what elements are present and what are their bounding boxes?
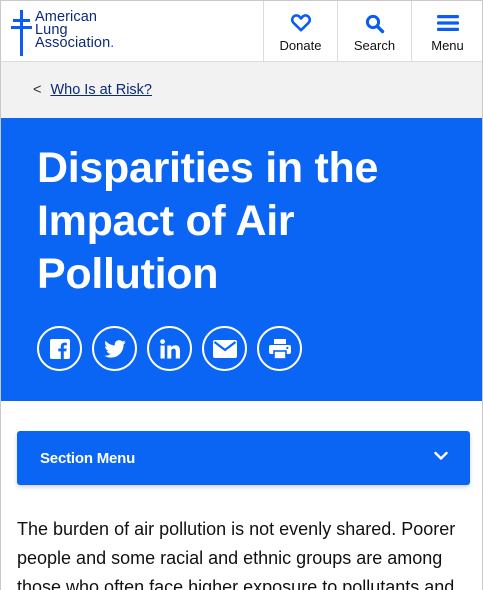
- linkedin-icon: [159, 338, 180, 358]
- breadcrumb-bar: < Who Is at Risk?: [1, 62, 482, 118]
- email-icon: [212, 339, 237, 358]
- facebook-icon: [49, 338, 70, 359]
- page-frame: American Lung Association. Donate Search: [0, 0, 483, 590]
- menu-label: Menu: [431, 38, 464, 53]
- logo-line-3: Association.: [35, 35, 115, 52]
- print-button[interactable]: [257, 326, 302, 371]
- twitter-icon: [103, 339, 126, 358]
- menu-button[interactable]: Menu: [411, 1, 482, 62]
- hero-banner: Disparities in the Impact of Air Polluti…: [1, 118, 482, 401]
- logo-wordmark: American Lung Association.: [35, 10, 115, 52]
- intro-paragraph: The burden of air pollution is not evenl…: [17, 519, 456, 590]
- share-email-button[interactable]: [202, 326, 247, 371]
- site-logo[interactable]: American Lung Association.: [11, 10, 131, 56]
- search-button[interactable]: Search: [337, 1, 411, 62]
- share-twitter-button[interactable]: [92, 326, 137, 371]
- heart-icon: [290, 14, 311, 32]
- share-facebook-button[interactable]: [37, 326, 82, 371]
- section-menu-label: Section Menu: [40, 450, 136, 467]
- breadcrumb-back-icon: <: [33, 82, 42, 98]
- print-icon: [268, 338, 291, 359]
- breadcrumb-link[interactable]: Who Is at Risk?: [50, 82, 152, 98]
- site-header: American Lung Association. Donate Search: [1, 1, 482, 62]
- lorraine-cross-icon: [11, 10, 32, 56]
- share-linkedin-button[interactable]: [147, 326, 192, 371]
- donate-label: Donate: [279, 38, 322, 53]
- section-menu-toggle[interactable]: Section Menu: [17, 431, 470, 485]
- search-icon: [365, 14, 384, 34]
- search-label: Search: [353, 38, 396, 53]
- donate-button[interactable]: Donate: [263, 1, 337, 62]
- page-title: Disparities in the Impact of Air Polluti…: [37, 144, 379, 298]
- hamburger-icon: [436, 15, 459, 31]
- chevron-down-icon: [434, 451, 448, 460]
- breadcrumb: < Who Is at Risk?: [33, 82, 152, 98]
